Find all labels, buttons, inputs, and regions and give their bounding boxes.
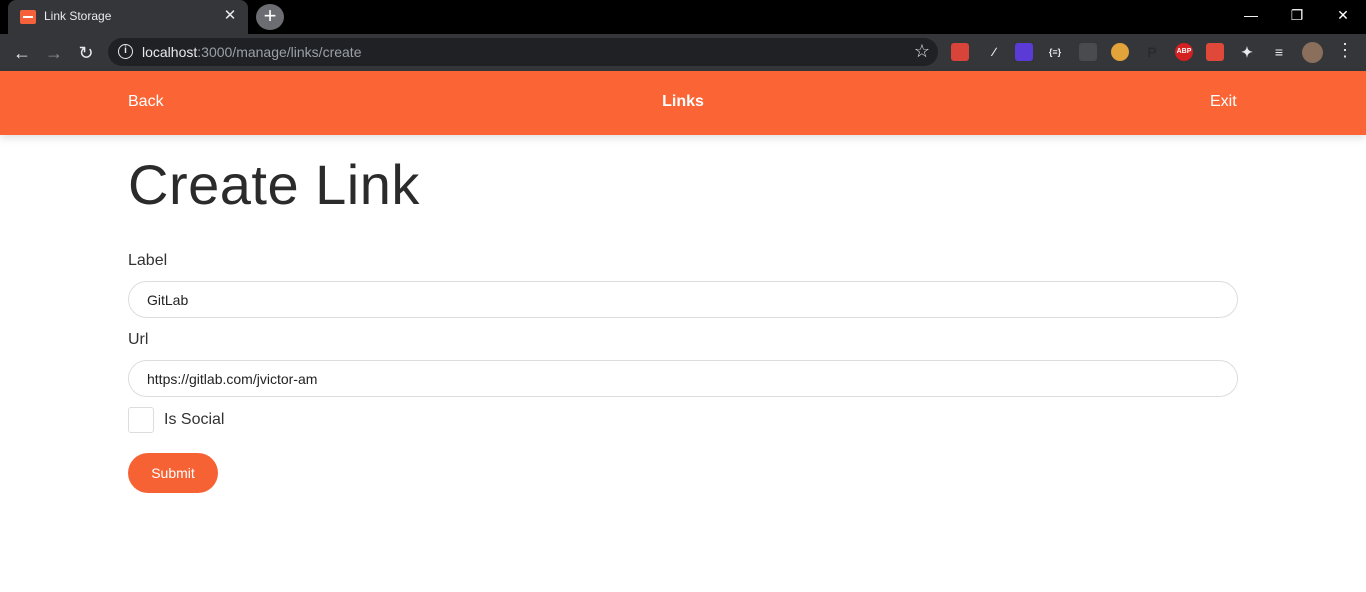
label-field-label: Label: [128, 252, 168, 269]
extension-6-icon[interactable]: [1111, 43, 1129, 61]
minimize-button[interactable]: —: [1228, 0, 1274, 30]
url-path: :3000/manage/links/create: [197, 44, 362, 60]
is-social-checkbox[interactable]: [128, 407, 154, 433]
menu-kebab-icon[interactable]: ⋮: [1336, 40, 1354, 61]
window-close-button[interactable]: ✕: [1320, 0, 1366, 30]
url-input[interactable]: [128, 360, 1238, 397]
forward-arrow-icon[interactable]: →: [40, 39, 68, 67]
exit-link[interactable]: Exit: [1210, 93, 1237, 111]
back-arrow-icon[interactable]: ←: [8, 39, 36, 67]
extension-5-icon[interactable]: [1079, 43, 1097, 61]
extension-9-icon[interactable]: [1206, 43, 1224, 61]
app-header: Back Links Exit: [0, 71, 1366, 135]
url-text: localhost:3000/manage/links/create: [142, 44, 361, 60]
reload-icon[interactable]: ↻: [72, 39, 100, 67]
puzzle-icon[interactable]: ✦: [1238, 43, 1256, 61]
url-field-label: Url: [128, 331, 149, 348]
browser-toolbar: ← → ↻ i localhost:3000/manage/links/crea…: [0, 34, 1366, 71]
bookmark-star-icon[interactable]: ☆: [914, 41, 930, 62]
adblock-icon[interactable]: ABP: [1175, 43, 1193, 61]
submit-button[interactable]: Submit: [128, 453, 218, 493]
url-host: localhost: [142, 44, 198, 60]
site-info-icon[interactable]: i: [118, 44, 133, 59]
extension-3-icon[interactable]: [1015, 43, 1033, 61]
is-social-label[interactable]: Is Social: [164, 411, 224, 429]
page-title: Create Link: [128, 153, 420, 216]
header-title: Links: [662, 93, 704, 110]
browser-tab[interactable]: Link Storage ✕: [8, 0, 248, 34]
profile-avatar[interactable]: [1302, 42, 1323, 63]
new-tab-button[interactable]: +: [256, 4, 284, 30]
address-bar[interactable]: i localhost:3000/manage/links/create ☆: [108, 38, 938, 66]
favicon-icon: [20, 10, 36, 24]
tab-title: Link Storage: [44, 9, 112, 23]
extension-4-icon[interactable]: {≡}: [1046, 43, 1064, 61]
extension-2-icon[interactable]: ∕: [985, 43, 1003, 61]
restore-button[interactable]: ❐: [1274, 0, 1320, 30]
extension-1-icon[interactable]: [951, 43, 969, 61]
extension-7-icon[interactable]: P: [1143, 43, 1161, 61]
label-input[interactable]: [128, 281, 1238, 318]
browser-tab-strip: Link Storage ✕ + — ❐ ✕: [0, 0, 1366, 34]
media-control-icon[interactable]: ≡: [1270, 43, 1288, 61]
tab-close-icon[interactable]: ✕: [220, 6, 240, 26]
